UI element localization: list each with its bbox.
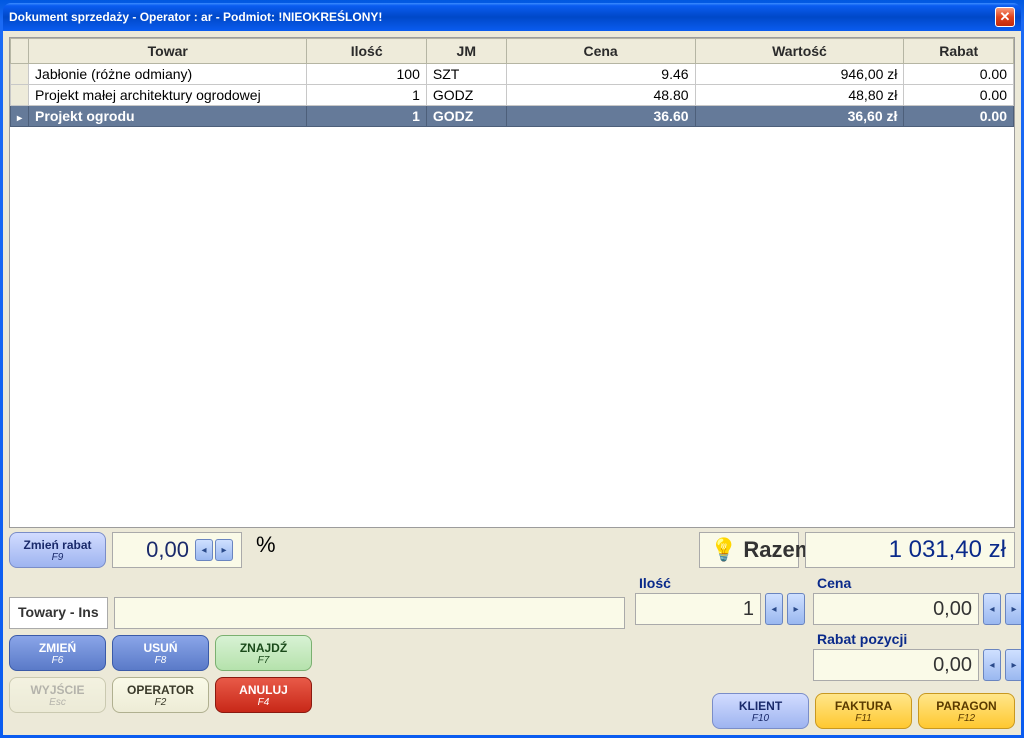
ilosc-decrement-icon[interactable]: ◂ — [765, 593, 783, 625]
rabat-pozycji-label: Rabat pozycji — [813, 629, 1021, 649]
cena-decrement-icon[interactable]: ◂ — [983, 593, 1001, 625]
discount-value-box[interactable]: 0,00 ◂ ▸ — [112, 532, 242, 568]
col-rabat[interactable]: Rabat — [904, 39, 1014, 64]
col-wartosc[interactable]: Wartość — [695, 39, 904, 64]
items-grid[interactable]: Towar Ilość JM Cena Wartość Rabat Jabłon… — [9, 37, 1015, 528]
klient-button[interactable]: KLIENT F10 — [712, 693, 809, 729]
ilosc-increment-icon[interactable]: ▸ — [787, 593, 805, 625]
rabat-pozycji-input[interactable]: 0,00 — [813, 649, 979, 681]
operator-button[interactable]: OPERATOR F2 — [112, 677, 209, 713]
paragon-button[interactable]: PARAGON F12 — [918, 693, 1015, 729]
table-row[interactable]: Jabłonie (różne odmiany)100SZT9.46946,00… — [11, 64, 1014, 85]
col-ilosc[interactable]: Ilość — [307, 39, 426, 64]
table-row[interactable]: Projekt małej architektury ogrodowej1GOD… — [11, 85, 1014, 106]
total-label-box: 💡 Razem — [699, 532, 799, 568]
cena-increment-icon[interactable]: ▸ — [1005, 593, 1021, 625]
towary-label: Towary - Ins — [9, 597, 108, 629]
ilosc-label: Ilość — [635, 573, 805, 593]
discount-increment-icon[interactable]: ▸ — [215, 539, 233, 561]
ilosc-input[interactable]: 1 — [635, 593, 761, 625]
zmien-button[interactable]: ZMIEŃ F6 — [9, 635, 106, 671]
total-value: 1 031,40 zł — [805, 532, 1015, 568]
rabat-increment-icon[interactable]: ▸ — [1005, 649, 1021, 681]
percent-label: % — [256, 532, 276, 568]
faktura-button[interactable]: FAKTURA F11 — [815, 693, 912, 729]
col-towar[interactable]: Towar — [29, 39, 307, 64]
cena-label: Cena — [813, 573, 1021, 593]
discount-decrement-icon[interactable]: ◂ — [195, 539, 213, 561]
col-jm[interactable]: JM — [426, 39, 506, 64]
cena-input[interactable]: 0,00 — [813, 593, 979, 625]
table-row[interactable]: Projekt ogrodu1GODZ36.6036,60 zł0.00 — [11, 106, 1014, 127]
close-icon[interactable]: ✕ — [995, 7, 1015, 27]
window-title: Dokument sprzedaży - Operator : ar - Pod… — [9, 10, 995, 24]
wyjscie-button[interactable]: WYJŚCIE Esc — [9, 677, 106, 713]
usun-button[interactable]: USUŃ F8 — [112, 635, 209, 671]
rabat-decrement-icon[interactable]: ◂ — [983, 649, 1001, 681]
change-discount-button[interactable]: Zmień rabat F9 — [9, 532, 106, 568]
title-bar: Dokument sprzedaży - Operator : ar - Pod… — [3, 3, 1021, 31]
znajdz-button[interactable]: ZNAJDŹ F7 — [215, 635, 312, 671]
col-cena[interactable]: Cena — [506, 39, 695, 64]
towary-input[interactable] — [114, 597, 625, 629]
bulb-icon: 💡 — [710, 537, 737, 563]
anuluj-button[interactable]: ANULUJ F4 — [215, 677, 312, 713]
